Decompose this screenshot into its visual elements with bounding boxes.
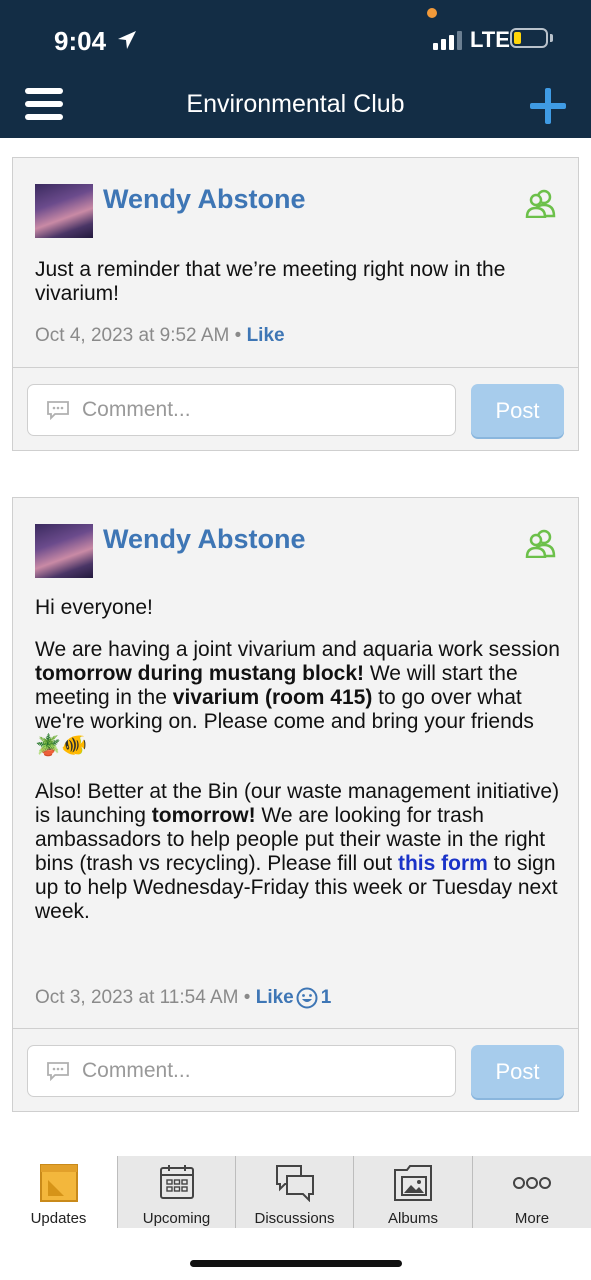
post-meta: Oct 3, 2023 at 11:54 AM • Like 1 [35,987,331,1009]
post-author[interactable]: Wendy Abstone [103,184,306,215]
meta-separator: • [238,987,256,1008]
comment-placeholder: Comment... [82,1059,191,1082]
comment-placeholder: Comment... [82,398,191,421]
post-paragraph: Hi everyone! [35,596,153,619]
page-title: Environmental Club [186,90,405,118]
more-dots-icon [513,1177,551,1189]
like-button[interactable]: Like [247,325,285,346]
photo-folder-icon [394,1165,432,1201]
status-time: 9:04 [54,26,107,56]
tab-label: Albums [387,1210,439,1227]
network-label: LTE [470,27,510,52]
smiley-reaction-icon[interactable] [296,987,318,1009]
divider [13,367,578,368]
calendar-icon [159,1165,194,1199]
comment-input[interactable]: Comment... [27,384,456,436]
sticky-note-icon [39,1164,78,1202]
tab-bar: Updates Upcoming Discussions Albums More [0,1156,591,1228]
avatar[interactable] [35,184,93,238]
tab-more[interactable]: More [472,1156,591,1228]
group-members-icon[interactable] [525,188,557,218]
post-author[interactable]: Wendy Abstone [103,524,306,555]
tab-upcoming[interactable]: Upcoming [117,1156,235,1228]
post-timestamp: Oct 3, 2023 at 11:54 AM [35,987,239,1008]
battery-tip [550,34,553,42]
signal-icon [433,30,462,50]
tab-label: Updates [30,1210,87,1227]
tab-label: More [514,1210,550,1227]
post-paragraph: Also! Better at the Bin (our waste manag… [35,780,560,923]
comment-icon [47,401,69,420]
plant-fish-emoji: 🪴🐠 [35,734,88,757]
privacy-indicator-dot [427,8,437,18]
post-card: Wendy Abstone Just a reminder that we’re… [12,157,579,451]
avatar[interactable] [35,524,93,578]
tab-updates[interactable]: Updates [0,1156,117,1228]
post-paragraph: We are having a joint vivarium and aquar… [35,638,560,757]
top-bar: 9:04 LTE Environmental Club [0,0,591,138]
location-arrow-icon [118,31,136,49]
chat-bubbles-icon [275,1165,314,1202]
post-meta: Oct 4, 2023 at 9:52 AM • Like [35,325,285,347]
like-count: 1 [320,987,332,1008]
post-body: Just a reminder that we’re meeting right… [35,258,506,305]
form-link[interactable]: this form [398,852,488,875]
like-button[interactable]: Like [256,987,294,1009]
group-members-icon[interactable] [525,528,557,558]
post-card: Wendy Abstone Hi everyone! We are having… [12,497,579,1112]
meta-separator: • [234,325,247,346]
tab-label: Upcoming [142,1210,211,1227]
post-body: Hi everyone! We are having a joint vivar… [35,596,565,942]
home-indicator[interactable] [190,1260,402,1267]
add-post-icon[interactable] [530,88,566,124]
post-comment-button[interactable]: Post [471,384,564,437]
tab-discussions[interactable]: Discussions [235,1156,353,1228]
post-comment-button[interactable]: Post [471,1045,564,1098]
comment-icon [47,1062,69,1081]
comment-input[interactable]: Comment... [27,1045,456,1097]
tab-label: Discussions [254,1210,335,1227]
post-timestamp: Oct 4, 2023 at 9:52 AM [35,325,230,346]
battery-icon [510,28,548,48]
divider [13,1028,578,1029]
tab-albums[interactable]: Albums [353,1156,472,1228]
